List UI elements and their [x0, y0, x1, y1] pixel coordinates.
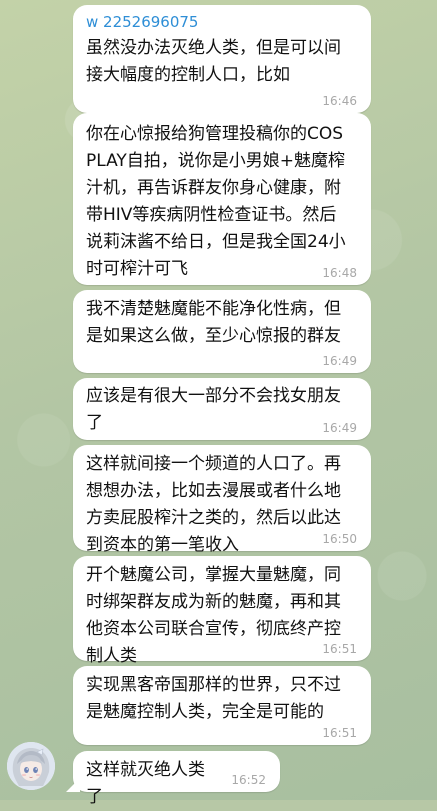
message-bubble[interactable]: 这样就间接一个频道的人口了。再想想办法，比如去漫展或者什么地方卖屁股榨汁之类的，…	[73, 445, 371, 555]
message-time: 16:46	[322, 94, 357, 108]
message-text: 开个魅魔公司，掌握大量魅魔，同时绑架群友成为新的魅魔，再和其他资本公司联合宣传，…	[86, 565, 341, 666]
message-time: 16:51	[322, 642, 357, 656]
message-time: 16:48	[322, 266, 357, 280]
message-time: 16:50	[322, 532, 357, 546]
message-time: 16:52	[231, 773, 266, 787]
sender-name[interactable]: w 2252696075	[86, 11, 359, 33]
message-bubble[interactable]: w 2252696075 虽然没办法灭绝人类，但是可以间接大幅度的控制人口，比如…	[73, 5, 371, 113]
anime-girl-avatar-icon[interactable]	[7, 742, 55, 790]
message-bubble[interactable]: 我不清楚魅魔能不能净化性病，但是如果这么做，至少心惊报的群友 16:49	[73, 290, 371, 373]
avatar-image	[7, 742, 55, 790]
message-bubble[interactable]: 这样就灭绝人类了 16:52	[73, 751, 280, 807]
message-text: 这样就间接一个频道的人口了。再想想办法，比如去漫展或者什么地方卖屁股榨汁之类的，…	[86, 454, 341, 555]
message-text: 应该是有很大一部分不会找女朋友了	[86, 386, 341, 433]
message-text: 你在心惊报给狗管理投稿你的COSPLAY自拍，说你是小男娘+魅魔榨汁机，再告诉群…	[86, 124, 346, 279]
message-bubble[interactable]: 开个魅魔公司，掌握大量魅魔，同时绑架群友成为新的魅魔，再和其他资本公司联合宣传，…	[73, 556, 371, 666]
message-bubble[interactable]: 你在心惊报给狗管理投稿你的COSPLAY自拍，说你是小男娘+魅魔榨汁机，再告诉群…	[73, 113, 371, 285]
message-time: 16:51	[322, 726, 357, 740]
message-text: 实现黑客帝国那样的世界，只不过是魅魔控制人类，完全是可能的	[86, 675, 341, 722]
message-bubble[interactable]: 实现黑客帝国那样的世界，只不过是魅魔控制人类，完全是可能的 16:51	[73, 666, 371, 745]
message-time: 16:49	[322, 421, 357, 435]
message-time: 16:49	[322, 354, 357, 368]
message-bubble[interactable]: 应该是有很大一部分不会找女朋友了 16:49	[73, 378, 371, 440]
message-text: 我不清楚魅魔能不能净化性病，但是如果这么做，至少心惊报的群友	[86, 299, 341, 346]
message-text: 虽然没办法灭绝人类，但是可以间接大幅度的控制人口，比如	[86, 38, 341, 85]
